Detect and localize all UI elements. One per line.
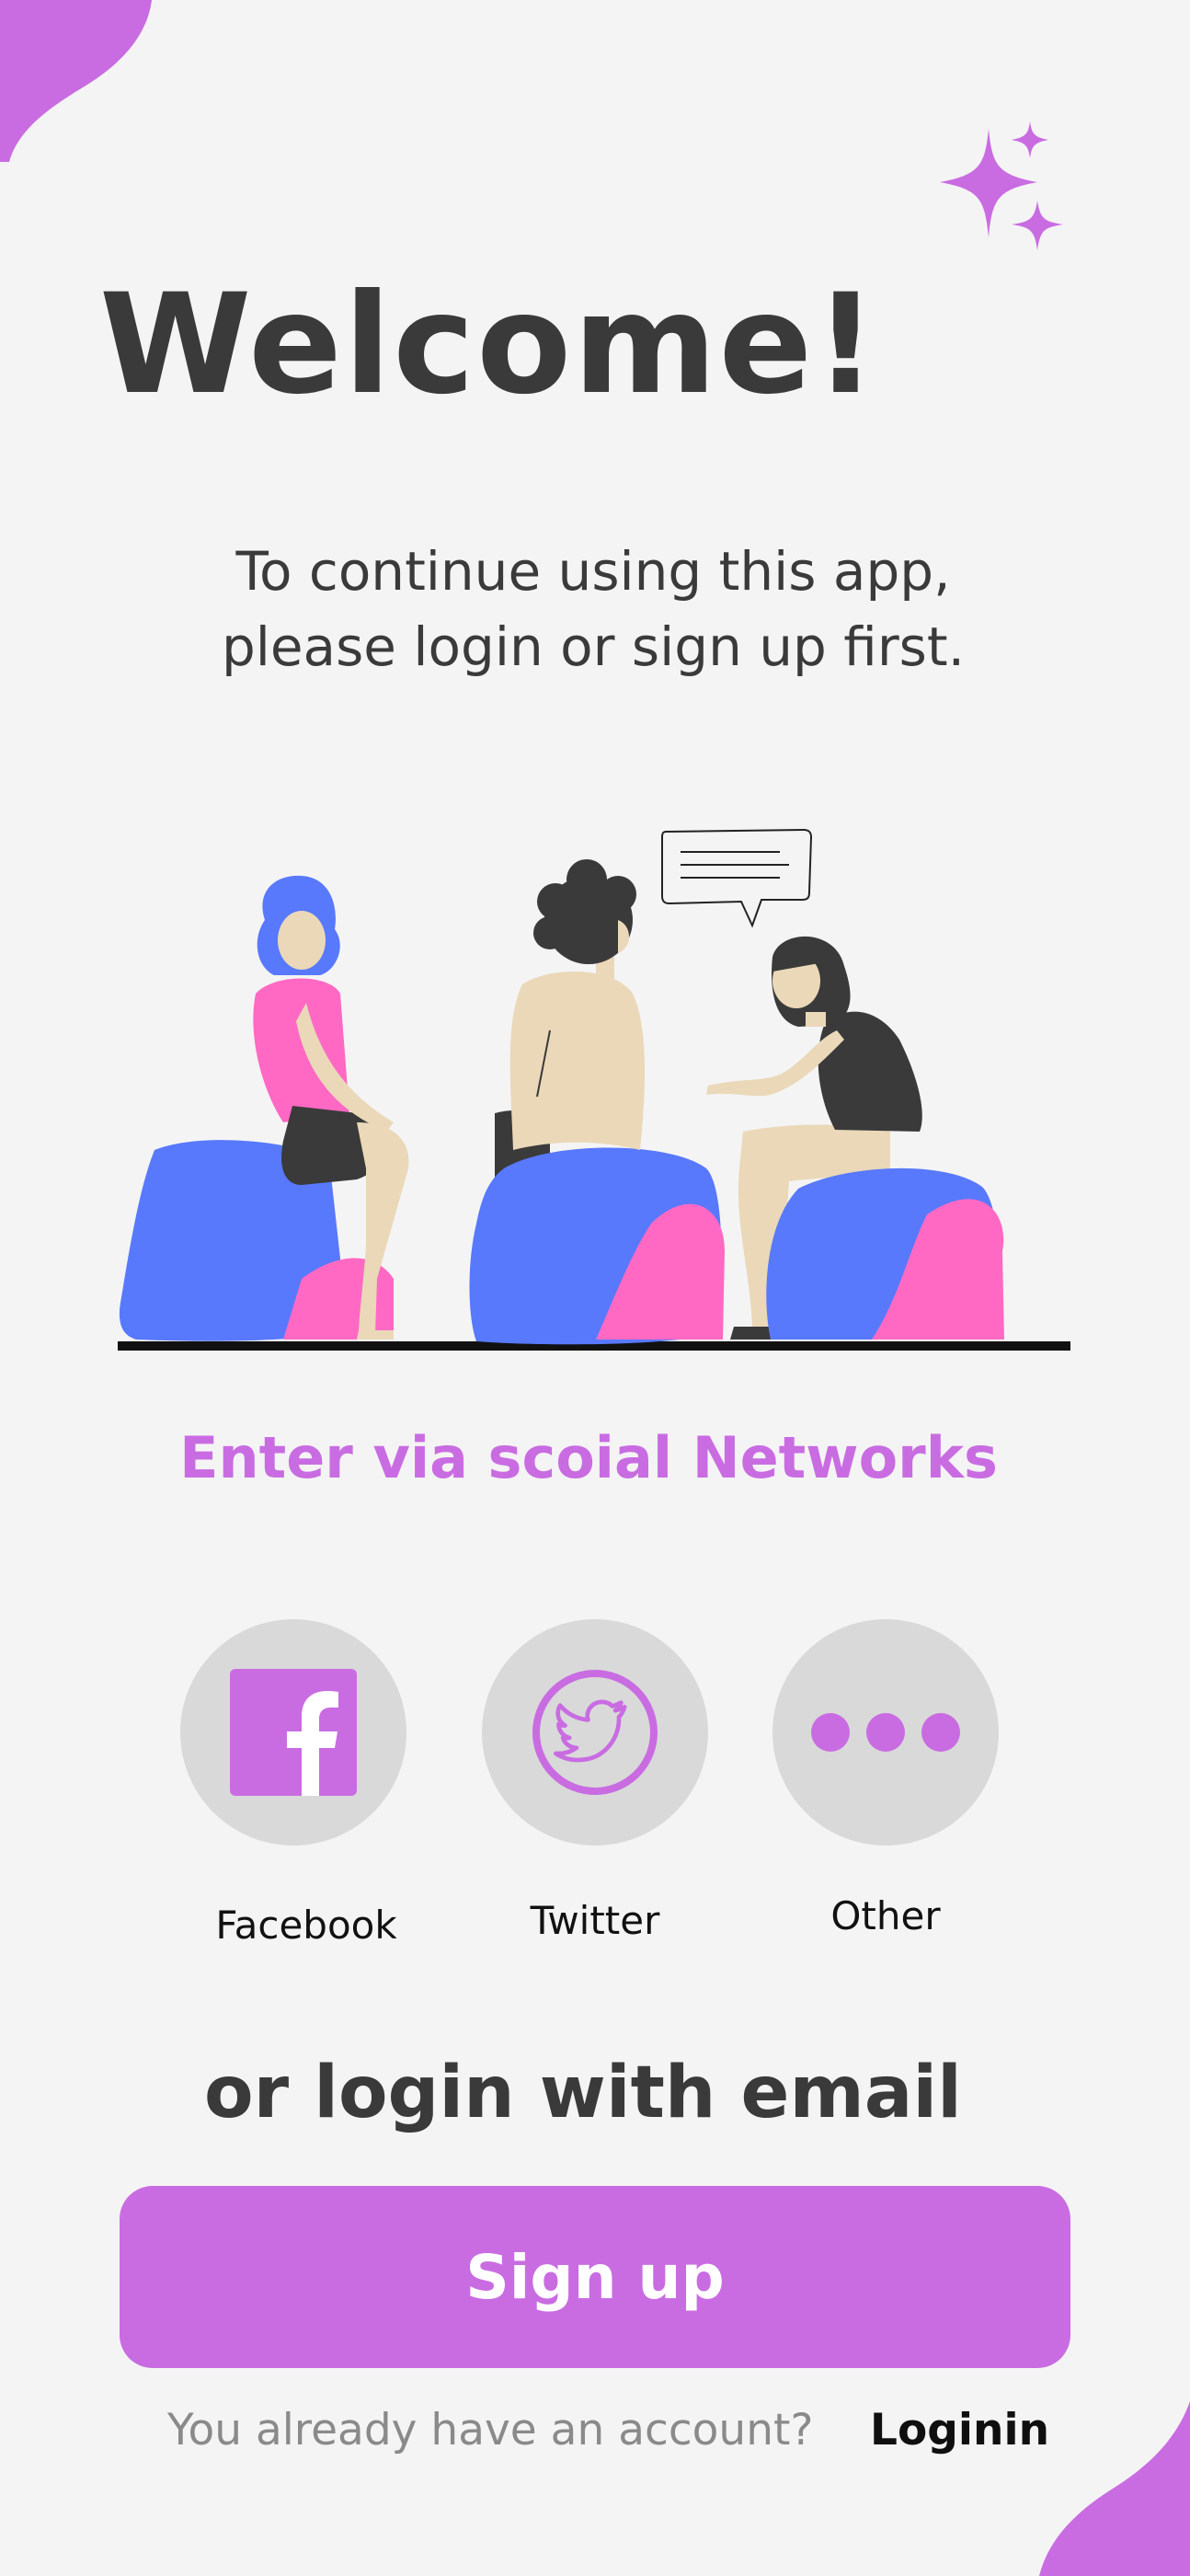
social-networks-heading: Enter via scoial Networks [179, 1424, 998, 1491]
person-left [119, 875, 409, 1341]
corner-blob-bottom-right [1039, 2401, 1190, 2576]
email-login-heading: or login with email [204, 2052, 962, 2134]
twitter-bird-icon [532, 1670, 658, 1795]
page-title: Welcome! [99, 265, 879, 425]
people-chatting-illustration [118, 828, 1070, 1351]
login-link[interactable]: Loginin [870, 2405, 1049, 2455]
facebook-icon [230, 1669, 357, 1796]
other-login-button[interactable] [772, 1619, 999, 1846]
sign-up-button[interactable]: Sign up [120, 2186, 1070, 2368]
twitter-login-button[interactable] [482, 1619, 708, 1846]
facebook-login-button[interactable] [180, 1619, 406, 1846]
person-middle [469, 859, 725, 1345]
subtitle-line-2: please login or sign up first. [221, 615, 966, 678]
facebook-label: Facebook [215, 1903, 397, 1948]
twitter-label: Twitter [530, 1898, 660, 1943]
account-prompt-text: You already have an account? [167, 2405, 814, 2455]
subtitle-line-1: To continue using this app, [235, 540, 951, 603]
other-label: Other [830, 1893, 941, 1938]
more-dots-icon [811, 1713, 960, 1752]
corner-blob-top-left [0, 0, 152, 162]
page-subtitle: To continue using this app, please login… [138, 534, 1048, 684]
speech-bubble-icon [661, 828, 813, 928]
sparkle-icon [940, 121, 1063, 250]
person-right [706, 936, 1004, 1340]
